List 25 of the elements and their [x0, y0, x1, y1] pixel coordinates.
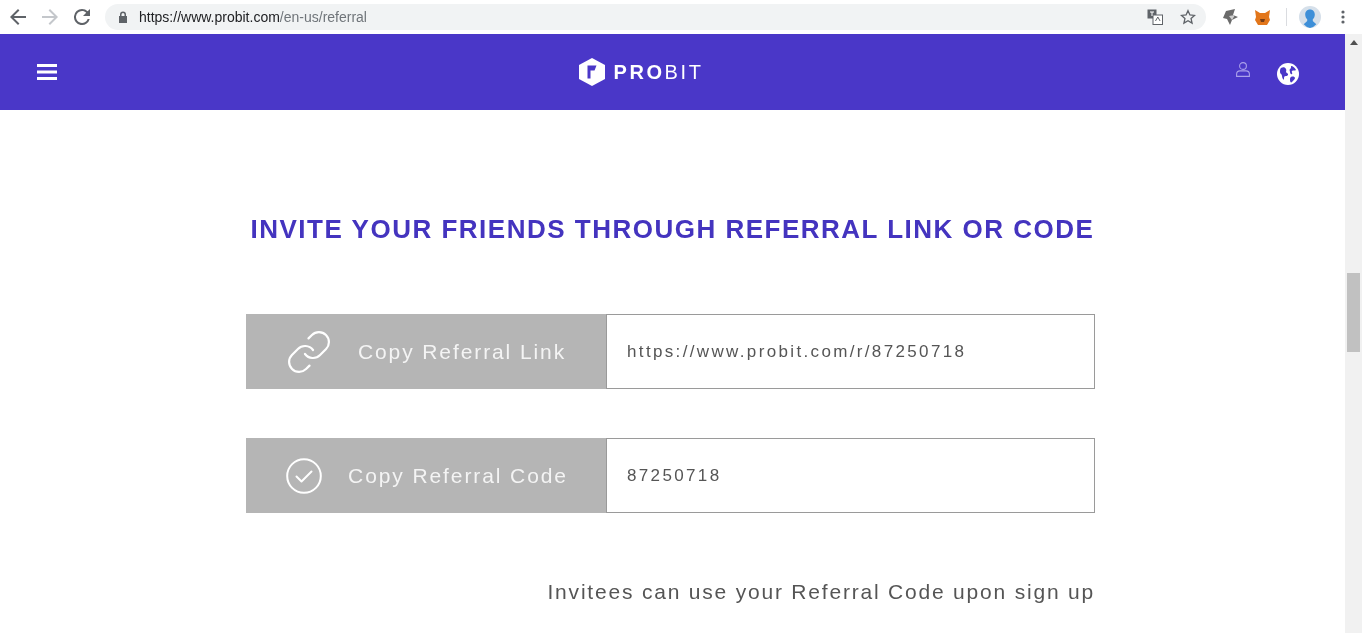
avatar-icon[interactable]: [1299, 6, 1321, 28]
extension-icon[interactable]: [1223, 9, 1238, 25]
logo-icon[interactable]: [579, 58, 606, 86]
scrollbar-thumb[interactable]: [1347, 273, 1360, 352]
page-heading: INVITE YOUR FRIENDS THROUGH REFERRAL LINK OR CODE: [250, 214, 1095, 244]
link-icon: [287, 330, 330, 373]
referral-code-field[interactable]: 87250718: [606, 438, 1095, 513]
referral-link-field[interactable]: https://www.probit.com/r/87250718: [606, 314, 1095, 389]
back-icon[interactable]: [10, 9, 26, 25]
lock-icon: [118, 11, 128, 23]
scroll-up-icon[interactable]: [1349, 40, 1358, 45]
logo-text[interactable]: PROBIT: [613, 62, 704, 82]
reload-icon[interactable]: [74, 9, 90, 25]
star-icon[interactable]: [1180, 9, 1196, 25]
user-icon[interactable]: [1236, 62, 1250, 77]
check-circle-icon: [286, 457, 323, 494]
globe-icon[interactable]: [1277, 63, 1299, 85]
menu-icon[interactable]: [37, 64, 57, 80]
fox-icon[interactable]: [1255, 9, 1270, 25]
referral-note: Invitees can use your Referral Code upon sign up: [547, 579, 1095, 605]
scrollbar[interactable]: [1345, 34, 1362, 633]
address-bar-url[interactable]: https://www.probit.com/en-us/referral: [139, 6, 367, 28]
address-bar[interactable]: https://www.probit.com/en-us/referral: [105, 4, 1206, 30]
translate-icon[interactable]: [1147, 9, 1163, 25]
more-icon[interactable]: [1341, 10, 1345, 24]
